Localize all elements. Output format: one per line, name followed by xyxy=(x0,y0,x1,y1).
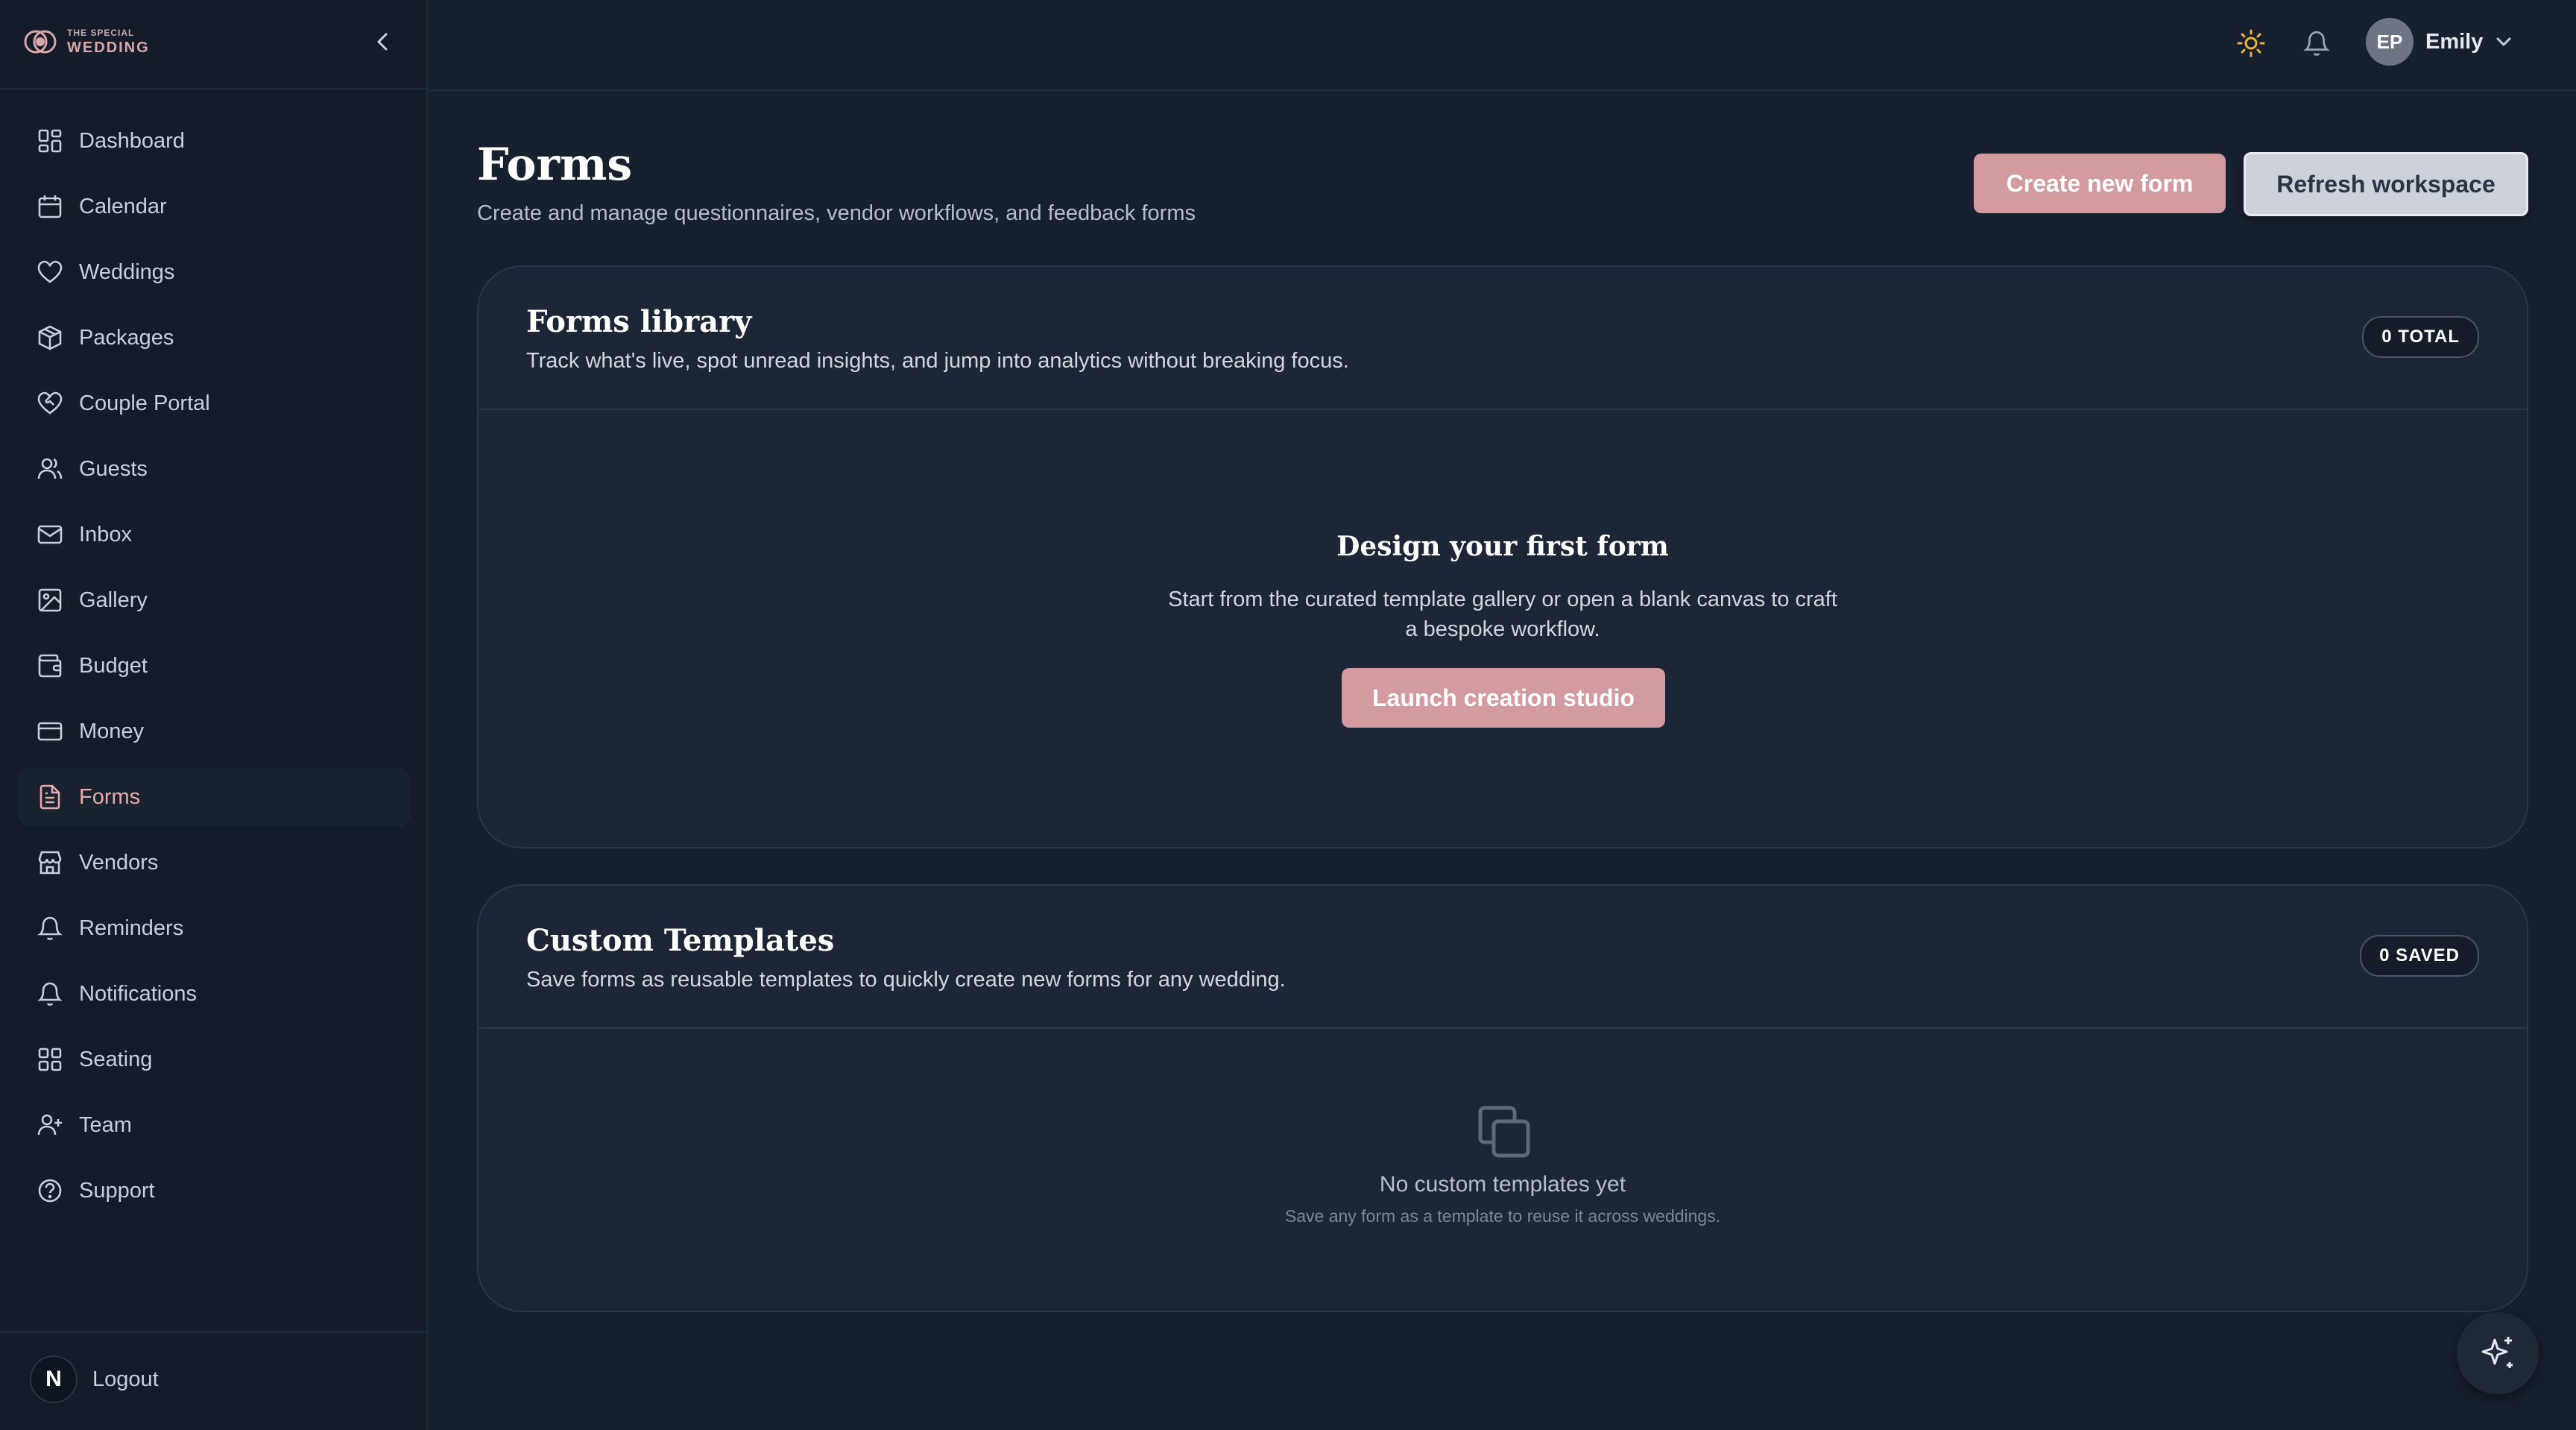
topbar: EP Emily xyxy=(428,0,2576,91)
logout-label: Logout xyxy=(92,1367,159,1391)
grid-icon xyxy=(36,1045,64,1074)
custom-templates-title: Custom Templates xyxy=(526,923,835,958)
sparkles-icon xyxy=(2481,1337,2513,1368)
sidebar-item-team[interactable]: Team xyxy=(18,1095,410,1155)
sidebar-nav: Dashboard Calendar Weddings Packages Cou… xyxy=(18,111,410,1226)
empty-state-text: Start from the curated template gallery … xyxy=(1168,588,1837,641)
file-text-icon xyxy=(36,783,64,811)
sidebar-item-reminders[interactable]: Reminders xyxy=(18,898,410,958)
sidebar-item-label: Reminders xyxy=(79,916,184,940)
sidebar-item-seating[interactable]: Seating xyxy=(18,1030,410,1089)
brand-name: WEDDING xyxy=(67,40,150,56)
sidebar-item-label: Gallery xyxy=(79,588,148,612)
theme-toggle-button[interactable] xyxy=(2235,27,2267,60)
sidebar-divider xyxy=(0,88,428,89)
rings-logo-icon xyxy=(24,30,57,54)
sidebar-item-inbox[interactable]: Inbox xyxy=(18,505,410,564)
empty-state-title: Design your first form xyxy=(1336,531,1669,562)
sidebar-item-label: Calendar xyxy=(79,194,167,218)
forms-library-subtitle: Track what's live, spot unread insights,… xyxy=(526,349,1349,373)
sidebar-item-label: Guests xyxy=(79,456,148,481)
brand-logo[interactable]: THE SPECIAL WEDDING xyxy=(22,25,150,58)
sidebar-item-forms[interactable]: Forms xyxy=(18,767,410,827)
sidebar-item-weddings[interactable]: Weddings xyxy=(18,242,410,302)
forms-total-badge: 0 TOTAL xyxy=(2362,316,2479,358)
sidebar-item-label: Vendors xyxy=(79,850,159,875)
sidebar: THE SPECIAL WEDDING Dashboard Calendar W… xyxy=(0,0,428,1430)
user-menu[interactable]: EP Emily xyxy=(2366,18,2513,66)
sidebar-item-money[interactable]: Money xyxy=(18,702,410,761)
sidebar-item-packages[interactable]: Packages xyxy=(18,308,410,368)
sidebar-item-label: Weddings xyxy=(79,259,175,284)
avatar: EP xyxy=(2366,18,2414,66)
bell-icon xyxy=(36,914,64,942)
sidebar-item-budget[interactable]: Budget xyxy=(18,636,410,696)
logout-button[interactable]: N Logout xyxy=(30,1355,159,1403)
sidebar-item-label: Inbox xyxy=(79,522,132,547)
wallet-icon xyxy=(36,652,64,680)
user-plus-icon xyxy=(36,1111,64,1139)
sidebar-item-vendors[interactable]: Vendors xyxy=(18,833,410,892)
page-title: Forms xyxy=(477,139,633,191)
copy-icon xyxy=(1478,1106,1530,1158)
refresh-workspace-button[interactable]: Refresh workspace xyxy=(2244,152,2528,216)
users-icon xyxy=(36,455,64,483)
heart-icon xyxy=(36,258,64,286)
sidebar-item-label: Team xyxy=(79,1112,132,1137)
sidebar-item-couple-portal[interactable]: Couple Portal xyxy=(18,374,410,433)
chevron-down-icon xyxy=(2496,37,2511,46)
templates-empty-subtitle: Save any form as a template to reuse it … xyxy=(1284,1206,1721,1226)
sidebar-item-label: Support xyxy=(79,1178,155,1203)
app-root: THE SPECIAL WEDDING Dashboard Calendar W… xyxy=(0,0,2576,1430)
sidebar-item-label: Notifications xyxy=(79,981,197,1006)
sidebar-item-label: Couple Portal xyxy=(79,391,210,415)
store-icon xyxy=(36,848,64,877)
notifications-button[interactable] xyxy=(2300,27,2333,60)
help-circle-icon xyxy=(36,1177,64,1205)
sidebar-item-label: Money xyxy=(79,719,145,743)
image-icon xyxy=(36,586,64,614)
page-subtitle: Create and manage questionnaires, vendor… xyxy=(477,201,1196,225)
forms-library-title: Forms library xyxy=(526,304,752,339)
sidebar-item-label: Dashboard xyxy=(79,128,185,153)
create-new-form-button[interactable]: Create new form xyxy=(1974,154,2226,213)
brand-text: THE SPECIAL WEDDING xyxy=(67,28,150,55)
sidebar-collapse-button[interactable] xyxy=(370,27,397,57)
user-name: Emily xyxy=(2425,29,2484,54)
brand-small: THE SPECIAL xyxy=(67,28,135,38)
templates-saved-badge: 0 SAVED xyxy=(2360,935,2479,977)
sidebar-item-calendar[interactable]: Calendar xyxy=(18,177,410,236)
logout-divider xyxy=(0,1332,428,1333)
calendar-icon xyxy=(36,192,64,221)
sidebar-item-label: Budget xyxy=(79,653,148,678)
forms-library-card: Forms library Track what's live, spot un… xyxy=(477,265,2528,848)
custom-templates-subtitle: Save forms as reusable templates to quic… xyxy=(526,968,1286,992)
templates-empty-title: No custom templates yet xyxy=(1379,1172,1626,1197)
bell-icon xyxy=(36,980,64,1008)
sidebar-item-gallery[interactable]: Gallery xyxy=(18,570,410,630)
bell-icon xyxy=(2303,31,2330,56)
credit-card-icon xyxy=(36,717,64,746)
sidebar-item-dashboard[interactable]: Dashboard xyxy=(18,111,410,171)
forms-library-header: Forms library Track what's live, spot un… xyxy=(479,267,2527,410)
chevron-left-icon xyxy=(377,33,388,51)
heart-handshake-icon xyxy=(36,389,64,418)
sidebar-item-label: Seating xyxy=(79,1047,153,1071)
dashboard-icon xyxy=(36,127,64,155)
sidebar-item-guests[interactable]: Guests xyxy=(18,439,410,499)
custom-templates-header: Custom Templates Save forms as reusable … xyxy=(479,886,2527,1029)
n-logo-icon: N xyxy=(30,1355,78,1403)
sidebar-item-label: Forms xyxy=(79,784,141,809)
ai-assistant-button[interactable] xyxy=(2457,1312,2539,1394)
sidebar-item-notifications[interactable]: Notifications xyxy=(18,964,410,1024)
mail-icon xyxy=(36,520,64,549)
sidebar-item-label: Packages xyxy=(79,325,174,350)
sidebar-item-support[interactable]: Support xyxy=(18,1161,410,1220)
package-icon xyxy=(36,324,64,352)
sun-icon xyxy=(2237,29,2265,57)
launch-creation-studio-button[interactable]: Launch creation studio xyxy=(1342,668,1665,728)
custom-templates-card: Custom Templates Save forms as reusable … xyxy=(477,884,2528,1312)
